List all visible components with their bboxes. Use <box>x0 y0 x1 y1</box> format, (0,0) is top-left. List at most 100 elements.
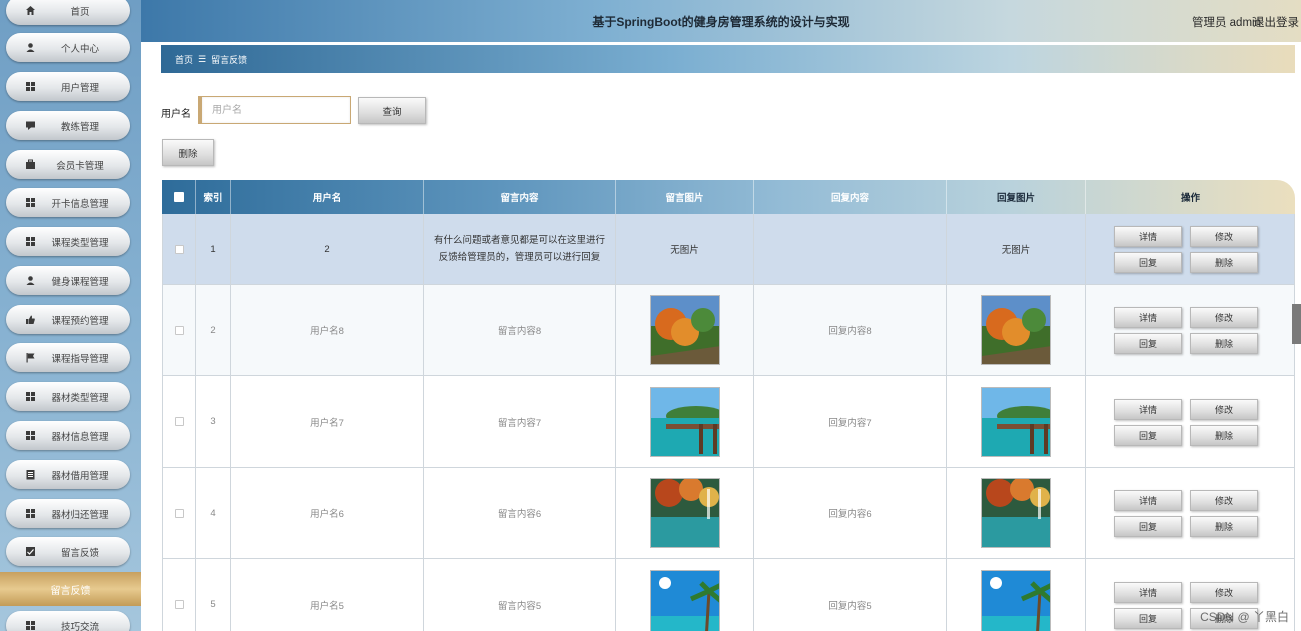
sidebar-item-label: 课程类型管理 <box>51 237 109 249</box>
grid-icon <box>25 391 36 402</box>
header-reply-image: 回复图片 <box>947 180 1086 214</box>
sidebar-active-label: 留言反馈 <box>50 585 91 597</box>
cell-username: 2 <box>231 214 424 284</box>
detail-button[interactable]: 详情 <box>1114 490 1182 511</box>
thumb-icon <box>25 314 36 325</box>
delete-button[interactable]: 删除 <box>1190 333 1258 354</box>
page-scrollbar[interactable] <box>1292 304 1301 344</box>
app-title: 基于SpringBoot的健身房管理系统的设计与实现 <box>592 15 850 29</box>
edit-button[interactable]: 修改 <box>1190 226 1258 247</box>
edit-button[interactable]: 修改 <box>1190 307 1258 328</box>
no-image-text: 无图片 <box>670 245 699 256</box>
sidebar-item-label: 健身课程管理 <box>51 276 109 288</box>
sidebar-item-equipment-return[interactable]: 器材归还管理 <box>6 499 130 528</box>
sidebar-item-equipment-types[interactable]: 器材类型管理 <box>6 382 130 411</box>
row-checkbox[interactable] <box>174 508 184 518</box>
cell-reply-image <box>947 376 1086 467</box>
index-text: 3 <box>210 416 216 427</box>
cell-reply-image <box>947 468 1086 558</box>
cell-index: 3 <box>196 376 231 467</box>
grid-icon <box>25 430 36 441</box>
cell-message: 留言内容7 <box>424 376 616 467</box>
cell-index: 5 <box>196 559 231 631</box>
edit-button[interactable]: 修改 <box>1190 398 1258 420</box>
sidebar-item-equipment-info[interactable]: 器材信息管理 <box>6 421 130 450</box>
reply-image[interactable] <box>981 569 1051 631</box>
sidebar-item-equipment-borrow[interactable]: 器材借用管理 <box>6 460 130 489</box>
reply-button[interactable]: 回复 <box>1114 252 1182 273</box>
sidebar-item-home[interactable]: 首页 <box>6 0 130 25</box>
breadcrumb-home[interactable]: 首页 <box>175 53 193 66</box>
edit-button[interactable]: 修改 <box>1190 490 1258 511</box>
cell-username: 用户名7 <box>231 376 424 467</box>
person-icon <box>25 275 36 286</box>
cell-reply: 回复内容5 <box>754 559 947 631</box>
message-image[interactable] <box>649 478 720 548</box>
cell-username: 用户名6 <box>231 468 424 558</box>
message-text: 有什么问题或者意见都是可以在这里进行反馈给管理员的，管理员可以进行回复 <box>433 235 605 263</box>
message-image[interactable] <box>649 295 720 365</box>
cell-username: 用户名8 <box>231 285 424 375</box>
header-reply: 回复内容 <box>754 180 947 214</box>
cell-actions: 详情 修改 回复 删除 <box>1086 285 1295 375</box>
sidebar-item-label: 技巧交流 <box>60 621 99 631</box>
cell-reply: 回复内容6 <box>754 468 947 558</box>
feedback-table: 索引 用户名 留言内容 留言图片 回复内容 回复图片 操作 1 2 有什么问题或者意… <box>162 180 1295 631</box>
sidebar-item-course-guidance[interactable]: 课程指导管理 <box>6 343 130 372</box>
reply-image[interactable] <box>981 295 1051 365</box>
detail-button[interactable]: 详情 <box>1114 398 1182 420</box>
table-row: 5 用户名5 留言内容5 回复内容5 详情 修改 回复 删除 <box>162 559 1295 631</box>
reply-button[interactable]: 回复 <box>1114 516 1182 537</box>
cell-message: 留言内容6 <box>424 468 616 558</box>
delete-button[interactable]: 删除 <box>1190 424 1258 446</box>
sidebar-item-coaches[interactable]: 教练管理 <box>6 111 130 140</box>
sidebar-item-label: 器材信息管理 <box>51 431 109 443</box>
select-all-checkbox[interactable] <box>173 192 184 202</box>
cell-index: 4 <box>196 468 231 558</box>
row-checkbox[interactable] <box>174 417 184 426</box>
index-text: 4 <box>210 507 216 519</box>
detail-button[interactable]: 详情 <box>1114 581 1182 603</box>
sidebar-item-label: 个人中心 <box>60 43 99 55</box>
sidebar-item-profile[interactable]: 个人中心 <box>6 33 130 62</box>
row-checkbox[interactable] <box>174 600 184 609</box>
sidebar-item-users[interactable]: 用户管理 <box>6 72 130 101</box>
reply-button[interactable]: 回复 <box>1114 607 1182 629</box>
delete-button[interactable]: 删除 <box>1190 516 1258 537</box>
message-text: 留言内容5 <box>497 600 542 612</box>
logout-link[interactable]: 退出登录 <box>1253 14 1299 30</box>
sidebar-active-feedback[interactable]: 留言反馈 <box>0 572 141 606</box>
sidebar-item-fitness-courses[interactable]: 健身课程管理 <box>6 266 130 295</box>
row-checkbox[interactable] <box>174 244 184 254</box>
message-image[interactable] <box>649 386 720 457</box>
search-input[interactable] <box>198 96 351 124</box>
reply-image[interactable] <box>981 478 1051 548</box>
sidebar-item-course-types[interactable]: 课程类型管理 <box>6 227 130 256</box>
detail-button[interactable]: 详情 <box>1114 226 1182 247</box>
reply-text: 回复内容5 <box>828 600 872 612</box>
sidebar-item-tips[interactable]: 技巧交流 <box>6 611 130 631</box>
sidebar-item-label: 会员卡管理 <box>56 160 104 172</box>
sidebar-item-label: 课程预约管理 <box>51 315 109 327</box>
bulk-delete-button[interactable]: 删除 <box>162 139 214 166</box>
reply-image[interactable] <box>981 386 1051 457</box>
sidebar-item-card-opening[interactable]: 开卡信息管理 <box>6 188 130 217</box>
message-image[interactable] <box>649 569 720 631</box>
reply-button[interactable]: 回复 <box>1114 333 1182 354</box>
cell-reply: 回复内容7 <box>754 376 947 467</box>
breadcrumb-current: 留言反馈 <box>211 54 248 65</box>
header-username: 用户名 <box>231 180 424 214</box>
sidebar-item-feedback[interactable]: 留言反馈 <box>6 537 130 566</box>
cell-actions: 详情 修改 回复 删除 <box>1086 376 1295 467</box>
cell-message-image: 无图片 <box>616 214 754 284</box>
sidebar-item-course-booking[interactable]: 课程预约管理 <box>6 305 130 334</box>
detail-button[interactable]: 详情 <box>1114 307 1182 328</box>
query-button[interactable]: 查询 <box>358 97 426 124</box>
edit-button[interactable]: 修改 <box>1190 581 1258 603</box>
index-text: 5 <box>210 599 216 610</box>
row-checkbox[interactable] <box>174 325 184 335</box>
reply-button[interactable]: 回复 <box>1114 424 1182 446</box>
sidebar-item-member-cards[interactable]: 会员卡管理 <box>6 150 130 179</box>
cell-reply-image: 无图片 <box>947 214 1086 284</box>
delete-button[interactable]: 删除 <box>1190 252 1258 273</box>
